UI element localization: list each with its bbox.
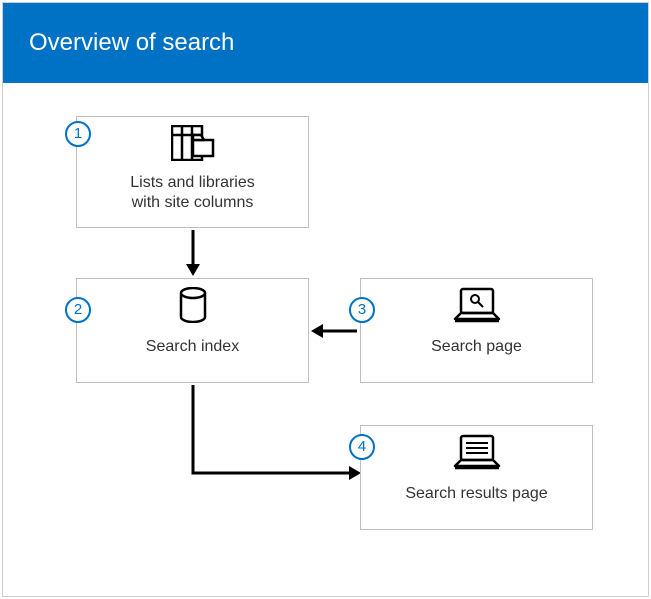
arrow-elbow-2-to-4 xyxy=(183,383,363,493)
arrow-left-3-to-2 xyxy=(309,321,359,341)
badge-4: 4 xyxy=(349,434,375,460)
lists-libraries-icon xyxy=(171,125,215,166)
diagram-header: Overview of search xyxy=(3,3,648,83)
laptop-search-icon xyxy=(453,287,501,330)
badge-3: 3 xyxy=(349,297,375,323)
box4-text: Search results page xyxy=(361,484,592,504)
box1-text-line1: Lists and libraries xyxy=(77,173,308,193)
diagram-frame: Overview of search Lists and libraries w… xyxy=(2,2,649,597)
box3-text: Search page xyxy=(361,337,592,357)
arrow-down-1-to-2 xyxy=(183,228,203,278)
badge-2: 2 xyxy=(65,297,91,323)
laptop-results-icon xyxy=(453,434,501,477)
diagram-title: Overview of search xyxy=(29,29,234,57)
badge-1: 1 xyxy=(65,121,91,147)
box2-text: Search index xyxy=(77,337,308,357)
box-search-page: Search page xyxy=(360,278,593,383)
box-lists-libraries: Lists and libraries with site columns xyxy=(76,116,309,228)
box-search-results-page: Search results page xyxy=(360,425,593,530)
box1-text-line2: with site columns xyxy=(77,193,308,213)
database-icon xyxy=(179,287,207,328)
box-search-index: Search index xyxy=(76,278,309,383)
